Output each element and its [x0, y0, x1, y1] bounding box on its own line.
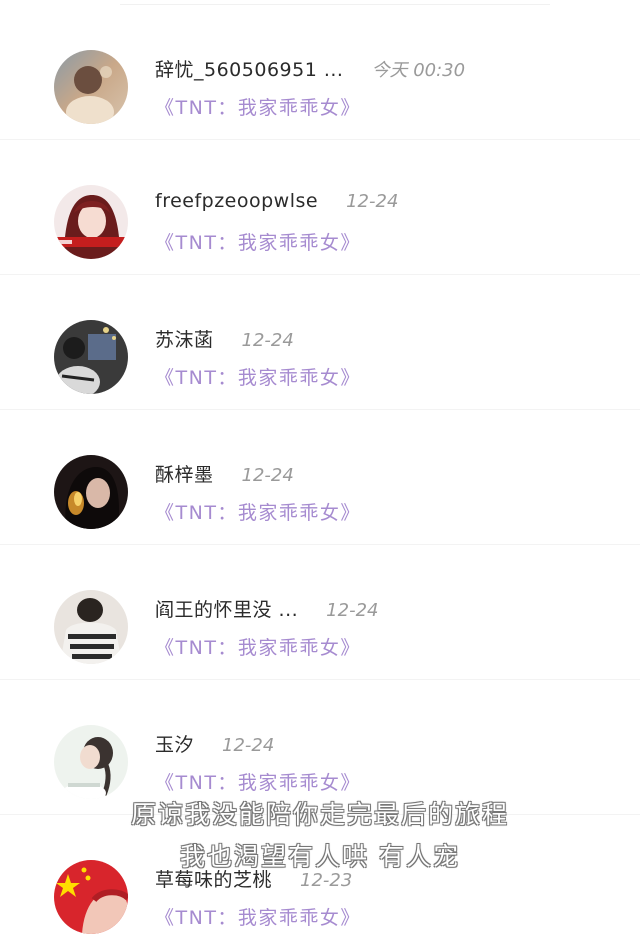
avatar[interactable] — [54, 50, 128, 124]
avatar[interactable] — [54, 320, 128, 394]
message-time: 12-24 — [241, 465, 294, 486]
message-preview: 《TNT：我家乖乖女》 — [155, 907, 361, 929]
message-time: 12-24 — [346, 191, 399, 212]
avatar[interactable] — [54, 185, 128, 259]
overlay-caption-line-2: 我也渴望有人哄 有人宠 — [180, 842, 460, 871]
message-time: 12-24 — [222, 735, 275, 756]
contact-name: freefpzeoopwlse — [155, 190, 319, 212]
contact-name: 玉汐 — [155, 734, 195, 756]
contact-name: 苏沫菡 — [155, 329, 214, 351]
list-item[interactable]: 苏沫菡 12-24 《TNT：我家乖乖女》 — [0, 275, 640, 410]
contact-name: 酥梓墨 — [155, 464, 214, 486]
overlay-caption-line-1: 原谅我没能陪你走完最后的旅程 — [130, 800, 509, 829]
avatar[interactable] — [54, 725, 128, 799]
message-preview: 《TNT：我家乖乖女》 — [155, 502, 361, 524]
conversation-list-page: 辞忧_560506951 ... 今天 00:30 《TNT：我家乖乖女》 fr… — [0, 0, 640, 949]
list-item[interactable]: 阎王的怀里没 ... 12-24 《TNT：我家乖乖女》 — [0, 545, 640, 680]
avatar[interactable] — [54, 455, 128, 529]
contact-name: 阎王的怀里没 ... — [155, 599, 299, 621]
avatar[interactable] — [54, 590, 128, 664]
message-preview: 《TNT：我家乖乖女》 — [155, 97, 361, 119]
list-item[interactable]: 草莓味的芝桃 12-23 《TNT：我家乖乖女》 — [0, 815, 640, 949]
message-time: 12-24 — [241, 330, 294, 351]
message-time: 12-24 — [326, 600, 379, 621]
list-item[interactable]: 酥梓墨 12-24 《TNT：我家乖乖女》 — [0, 410, 640, 545]
message-preview: 《TNT：我家乖乖女》 — [155, 772, 361, 794]
list-item[interactable]: 辞忧_560506951 ... 今天 00:30 《TNT：我家乖乖女》 — [0, 5, 640, 140]
message-preview: 《TNT：我家乖乖女》 — [155, 232, 361, 254]
contact-name: 辞忧_560506951 ... — [155, 59, 344, 81]
list-item[interactable]: freefpzeoopwlse 12-24 《TNT：我家乖乖女》 — [0, 140, 640, 275]
message-preview: 《TNT：我家乖乖女》 — [155, 637, 361, 659]
message-time: 12-23 — [300, 870, 353, 891]
message-preview: 《TNT：我家乖乖女》 — [155, 367, 361, 389]
message-time: 今天 00:30 — [371, 60, 466, 81]
